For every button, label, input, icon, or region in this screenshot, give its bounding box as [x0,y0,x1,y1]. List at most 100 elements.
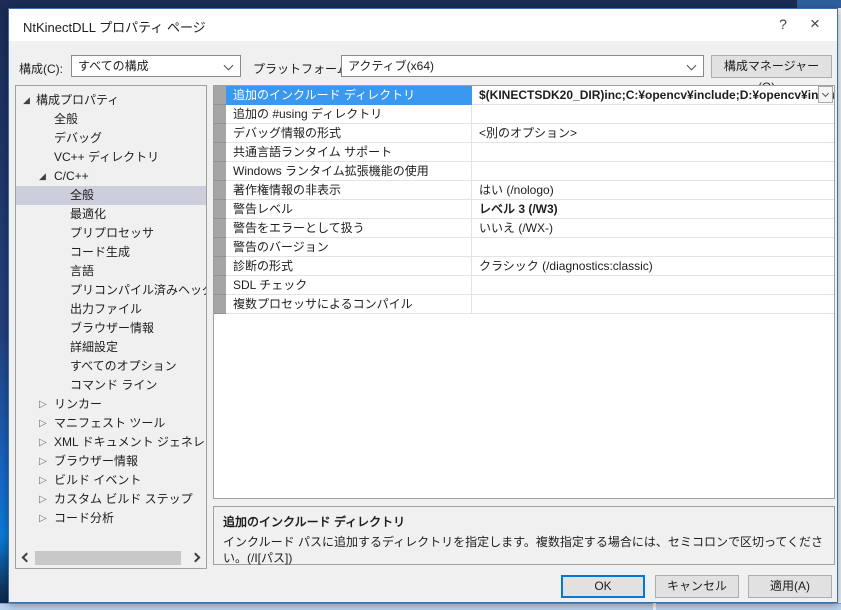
property-name[interactable]: 警告のバージョン [226,238,472,257]
tree-items: ◢構成プロパティ全般デバッグVC++ ディレクトリ◢C/C++全般最適化プリプロ… [16,86,206,528]
collapsed-arrow-icon[interactable]: ▷ [39,452,47,471]
collapsed-arrow-icon[interactable]: ▷ [39,471,47,490]
tree-item[interactable]: 詳細設定 [16,338,206,357]
property-value[interactable]: $(KINECTSDK20_DIR)inc;C:¥opencv¥include;… [472,86,834,105]
tree-item-label: マニフェスト ツール [54,414,165,433]
property-name[interactable]: 警告をエラーとして扱う [226,219,472,238]
tree-item[interactable]: 全般 [16,110,206,129]
platform-dropdown[interactable]: アクティブ(x64) [341,55,704,77]
tree-item[interactable]: 言語 [16,262,206,281]
scroll-left-icon[interactable] [22,553,32,563]
tree-item[interactable]: ▷ コード分析 [16,509,206,528]
configuration-value: すべての構成 [78,59,149,73]
property-value[interactable] [472,295,834,314]
cancel-button[interactable]: キャンセル [655,575,739,598]
vs-window-top-edge [0,0,841,8]
tree-item-label: 出力ファイル [70,300,142,319]
description-text: インクルード パスに追加するディレクトリを指定します。複数指定する場合には、セミ… [223,534,825,566]
tree-item[interactable]: ▷ ブラウザー情報 [16,452,206,471]
grid-row: 複数プロセッサによるコンパイル [214,295,834,314]
row-gutter [214,124,226,143]
tree-item[interactable]: プリプロセッサ [16,224,206,243]
tree-item[interactable]: ◢構成プロパティ [16,91,206,110]
row-gutter [214,200,226,219]
tree-item[interactable]: コード生成 [16,243,206,262]
tree-item[interactable]: ▷XML ドキュメント ジェネレーター [16,433,206,452]
help-icon[interactable]: ? [773,14,793,34]
grid-row: SDL チェック [214,276,834,295]
tree-item[interactable]: ▷ビルド イベント [16,471,206,490]
property-value[interactable] [472,105,834,124]
property-name[interactable]: デバッグ情報の形式 [226,124,472,143]
property-name[interactable]: Windows ランタイム拡張機能の使用 [226,162,472,181]
tree-item[interactable]: デバッグ [16,129,206,148]
property-value[interactable] [472,162,834,181]
scrollbar-thumb[interactable] [35,551,181,565]
collapsed-arrow-icon[interactable]: ▷ [39,509,47,528]
expanded-arrow-icon[interactable]: ◢ [23,91,30,110]
apply-button[interactable]: 適用(A) [748,575,832,598]
property-name[interactable]: 追加の #using ディレクトリ [226,105,472,124]
value-dropdown-button[interactable] [818,86,833,103]
collapsed-arrow-icon[interactable]: ▷ [39,395,47,414]
tree-item-label: 全般 [70,186,94,205]
property-value[interactable]: はい (/nologo) [472,181,834,200]
property-name[interactable]: 複数プロセッサによるコンパイル [226,295,472,314]
tree-item[interactable]: ▷ マニフェスト ツール [16,414,206,433]
property-value[interactable]: レベル 3 (/W3) [472,200,834,219]
row-gutter [214,295,226,314]
tree-item-label: 最適化 [70,205,106,224]
property-description-panel: 追加のインクルード ディレクトリ インクルード パスに追加するディレクトリを指定… [213,506,835,565]
tree-item[interactable]: VC++ ディレクトリ [16,148,206,167]
grid-row: デバッグ情報の形式<別のオプション> [214,124,834,143]
property-name[interactable]: 警告レベル [226,200,472,219]
tree-item-label: 全般 [54,110,78,129]
vs-window-top-accent [797,0,841,8]
grid-row: 共通言語ランタイム サポート [214,143,834,162]
chevron-down-icon [224,61,234,71]
tree-item[interactable]: ◢C/C++ [16,167,206,186]
tree-item-label: ブラウザー情報 [70,319,154,338]
dialog-titlebar: NtKinectDLL プロパティ ページ ? × [9,9,837,41]
row-gutter [214,143,226,162]
property-name[interactable]: 追加のインクルード ディレクトリ [226,86,472,105]
collapsed-arrow-icon[interactable]: ▷ [39,414,47,433]
tree-item-label: コマンド ライン [70,376,157,395]
property-value[interactable] [472,143,834,162]
tree-item[interactable]: すべてのオプション [16,357,206,376]
collapsed-arrow-icon[interactable]: ▷ [39,490,47,509]
tree-item-label: コード分析 [54,509,114,528]
property-value[interactable] [472,276,834,295]
property-pages-dialog: NtKinectDLL プロパティ ページ ? × 構成(C): すべての構成 … [8,8,838,603]
scroll-right-icon[interactable] [191,553,201,563]
row-gutter [214,181,226,200]
tree-item[interactable]: ブラウザー情報 [16,319,206,338]
tree-item-label: ブラウザー情報 [54,452,138,471]
row-gutter [214,276,226,295]
property-value[interactable]: クラシック (/diagnostics:classic) [472,257,834,276]
tree-item[interactable]: ▷リンカー [16,395,206,414]
tree-item[interactable]: コマンド ライン [16,376,206,395]
configuration-manager-button[interactable]: 構成マネージャー(O)... [711,55,832,78]
property-value[interactable]: <別のオプション> [472,124,834,143]
configuration-dropdown[interactable]: すべての構成 [71,55,241,77]
close-icon[interactable]: × [805,14,825,34]
tree-horizontal-scrollbar[interactable] [17,550,205,566]
property-value[interactable]: いいえ (/WX-) [472,219,834,238]
collapsed-arrow-icon[interactable]: ▷ [39,433,47,452]
row-gutter [214,162,226,181]
property-name[interactable]: 診断の形式 [226,257,472,276]
tree-item[interactable]: 最適化 [16,205,206,224]
tree-item-selected[interactable]: 全般 [16,186,206,205]
property-name[interactable]: 著作権情報の非表示 [226,181,472,200]
tree-item[interactable]: 出力ファイル [16,300,206,319]
property-name[interactable]: SDL チェック [226,276,472,295]
tree-item[interactable]: ▷カスタム ビルド ステップ [16,490,206,509]
ok-button[interactable]: OK [561,575,645,598]
property-value[interactable] [472,238,834,257]
expanded-arrow-icon[interactable]: ◢ [39,167,46,186]
dialog-title: NtKinectDLL プロパティ ページ [23,17,206,36]
property-name[interactable]: 共通言語ランタイム サポート [226,143,472,162]
desktop-background: NtKinectDLL プロパティ ページ ? × 構成(C): すべての構成 … [0,0,841,610]
tree-item[interactable]: プリコンパイル済みヘッダー [16,281,206,300]
